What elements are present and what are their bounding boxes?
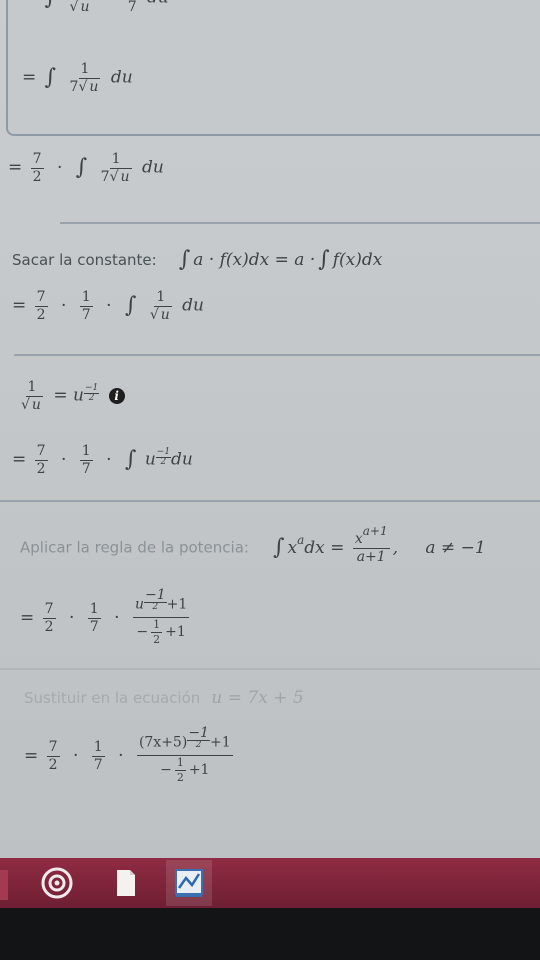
info-icon[interactable]: i [108, 388, 125, 405]
app-chart-icon[interactable] [170, 864, 208, 902]
rule-power: Aplicar la regla de la potencia: ∫ xadx =… [20, 523, 486, 565]
step-line-3: = 72 · ∫ 1 7√ u du [8, 151, 164, 185]
monitor-bezel [0, 908, 540, 960]
rule-label: Sacar la constante: [12, 251, 157, 269]
divider [60, 222, 540, 224]
rule-label: Sustituir en la ecuación [24, 689, 201, 707]
taskbar [0, 858, 540, 908]
step-line-2: = ∫ 1 7√ u du [22, 61, 133, 95]
step-line-7: = 72 · 17 · (7x+5) −1 2 +1 −1 2 +1 [24, 725, 233, 784]
identity-line: 1 √ u = u −1 2 i [16, 380, 125, 413]
taskbar-edge [0, 870, 8, 900]
divider [14, 354, 540, 356]
rule-label: Aplicar la regla de la potencia: [20, 538, 249, 557]
rule-substitute: Sustituir en la ecuación u = 7x + 5 [24, 688, 304, 708]
divider [0, 668, 540, 670]
symbolab-solution-screen: = ∫ 1√u · 17 du = ∫ 17√u du = 72 · ∫ 17√… [0, 0, 540, 860]
rule-constant: Sacar la constante: ∫ a · f(x)dx = a · ∫ f(… [12, 247, 383, 272]
step-line-4: = 72 · 17 · ∫ 1 √ u du [12, 289, 205, 323]
divider [0, 500, 540, 502]
start-ring-icon[interactable] [38, 864, 76, 902]
step-line-6: = 72 · 17 · u −1 2 +1 −1 2 +1 [20, 587, 190, 646]
step-line-5: = 72 · 17 · ∫ u −1 2 du [12, 443, 193, 477]
document-icon[interactable] [106, 864, 144, 902]
step-line-1: = ∫ 1√u · 17 du [22, 0, 169, 15]
